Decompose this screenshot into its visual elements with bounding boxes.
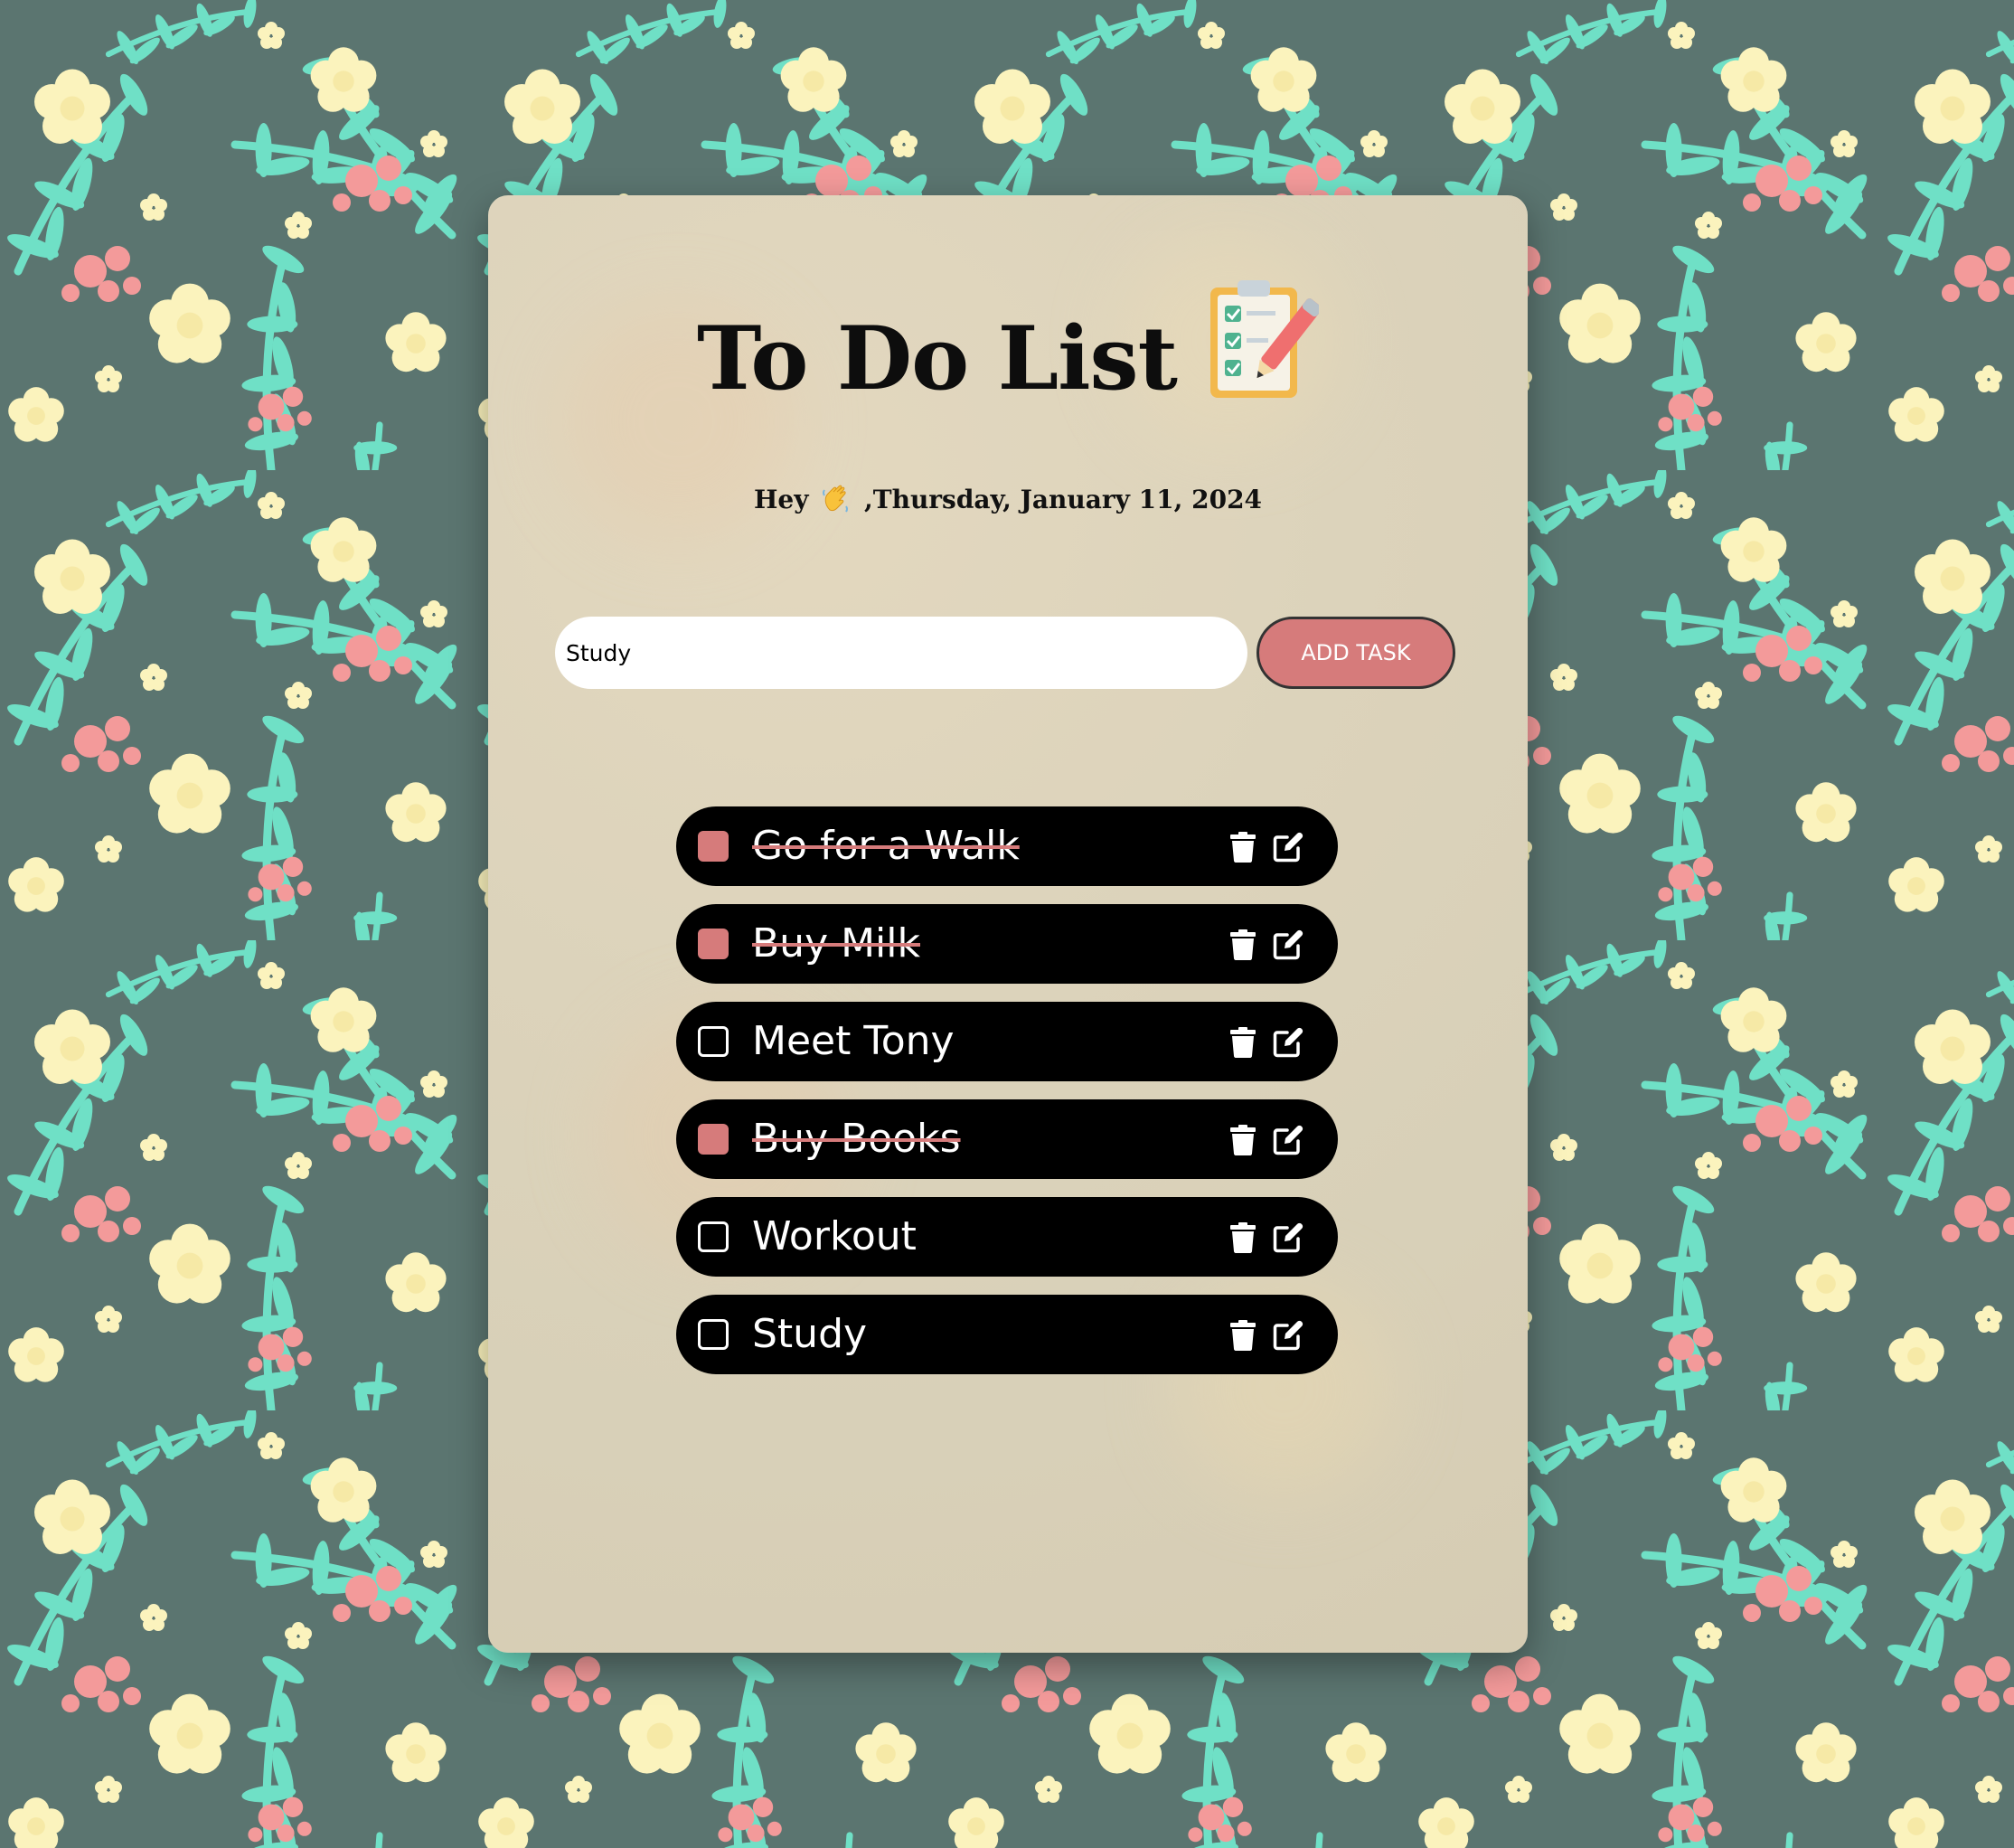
task-item[interactable]: Workout <box>676 1197 1338 1277</box>
greeting-date: Hey ,Thursday, January 11, 2024 <box>488 483 1528 514</box>
task-item[interactable]: Buy Books <box>676 1099 1338 1179</box>
trash-icon[interactable] <box>1229 1027 1256 1058</box>
greeting-prefix: Hey <box>753 485 809 514</box>
edit-icon[interactable] <box>1273 1320 1303 1351</box>
add-task-button[interactable]: ADD TASK <box>1256 617 1455 689</box>
task-text: Buy Milk <box>752 920 920 966</box>
task-checkbox[interactable] <box>698 929 729 959</box>
title-row: To Do List <box>488 280 1528 421</box>
trash-icon[interactable] <box>1229 832 1256 863</box>
task-input[interactable] <box>555 617 1247 689</box>
date-text: ,Thursday, January 11, 2024 <box>864 485 1263 514</box>
trash-icon[interactable] <box>1229 1320 1256 1351</box>
task-text: Workout <box>752 1213 917 1259</box>
task-text: Go for a Walk <box>752 823 1020 869</box>
task-item[interactable]: Buy Milk <box>676 904 1338 984</box>
trash-icon[interactable] <box>1229 1125 1256 1155</box>
waving-hand-icon <box>823 485 849 513</box>
task-list: Go for a Walk Buy Milk Meet Tony Buy Books W… <box>676 806 1338 1392</box>
page-title: To Do List <box>696 306 1178 410</box>
task-text: Buy Books <box>752 1116 961 1162</box>
clipboard-checklist-pencil-icon <box>1210 280 1320 398</box>
edit-icon[interactable] <box>1273 1027 1303 1058</box>
edit-icon[interactable] <box>1273 929 1303 960</box>
edit-icon[interactable] <box>1273 1222 1303 1253</box>
task-checkbox[interactable] <box>698 1124 729 1155</box>
task-checkbox[interactable] <box>698 1221 729 1252</box>
task-item[interactable]: Go for a Walk <box>676 806 1338 886</box>
edit-icon[interactable] <box>1273 1125 1303 1155</box>
edit-icon[interactable] <box>1273 832 1303 863</box>
trash-icon[interactable] <box>1229 1222 1256 1253</box>
task-item[interactable]: Study <box>676 1295 1338 1374</box>
task-checkbox[interactable] <box>698 831 729 862</box>
task-checkbox[interactable] <box>698 1319 729 1350</box>
task-checkbox[interactable] <box>698 1026 729 1057</box>
task-text: Study <box>752 1311 868 1357</box>
task-text: Meet Tony <box>752 1018 955 1064</box>
todo-card: To Do List Hey ,Thursday, January 11, 20… <box>488 195 1528 1653</box>
trash-icon[interactable] <box>1229 929 1256 960</box>
task-item[interactable]: Meet Tony <box>676 1002 1338 1081</box>
